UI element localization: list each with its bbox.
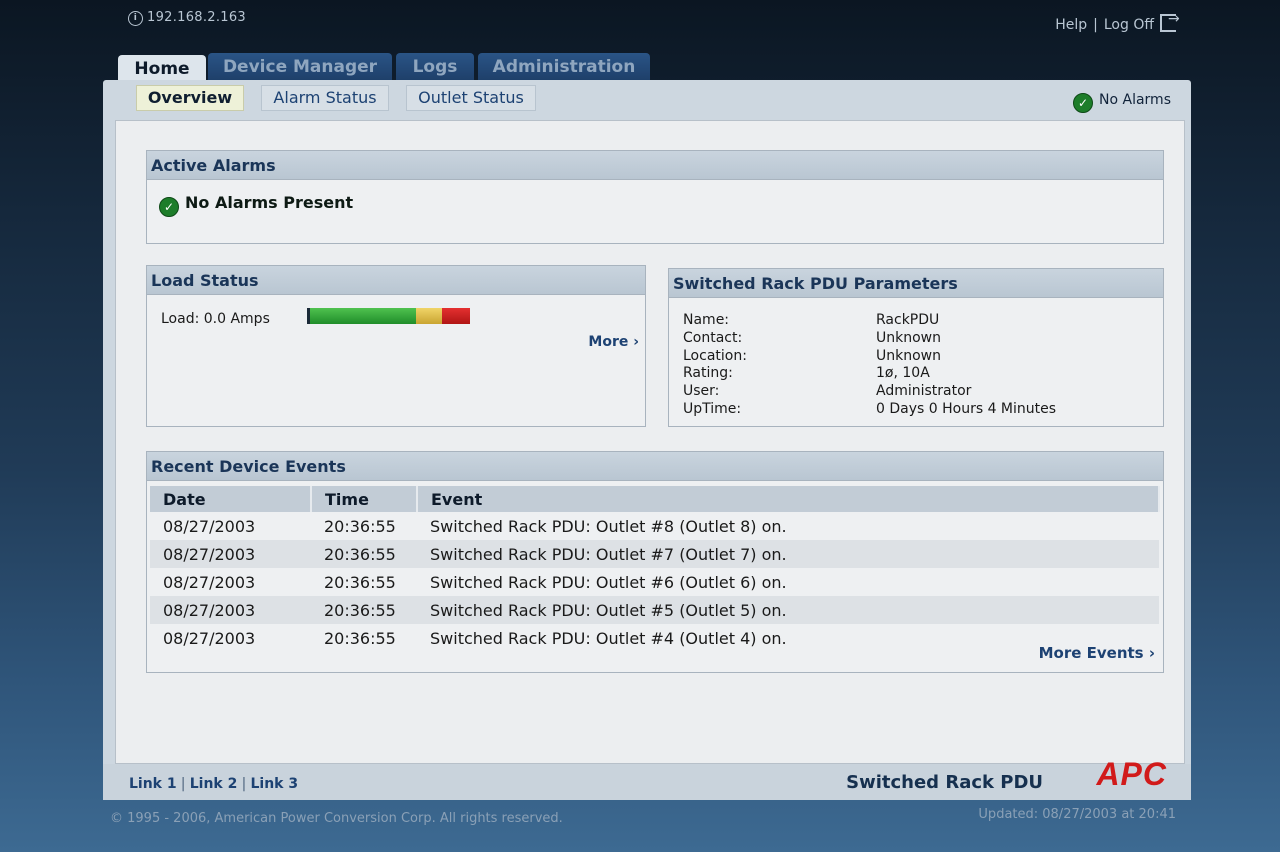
- main-panel: Overview Alarm Status Outlet Status ✓ No …: [103, 80, 1191, 800]
- tab-home[interactable]: Home: [118, 55, 206, 83]
- param-value: Unknown: [876, 347, 941, 364]
- event-text: Switched Rack PDU: Outlet #5 (Outlet 5) …: [417, 596, 1159, 624]
- load-status-title: Load Status: [147, 266, 645, 295]
- param-key: Location:: [683, 347, 747, 364]
- footer-link-1[interactable]: Link 1: [129, 776, 177, 792]
- more-events-link[interactable]: More Events ›: [1039, 644, 1155, 662]
- updated-timestamp: Updated: 08/27/2003 at 20:41: [978, 807, 1176, 822]
- column-header-event: Event: [417, 486, 1160, 512]
- tab-administration[interactable]: Administration: [478, 53, 650, 81]
- param-value: Unknown: [876, 329, 941, 346]
- table-row: 08/27/2003 20:36:55 Switched Rack PDU: O…: [150, 512, 1159, 540]
- table-row: 08/27/2003 20:36:55 Switched Rack PDU: O…: [150, 568, 1159, 596]
- event-date: 08/27/2003: [163, 516, 256, 536]
- event-time: 20:36:55: [311, 540, 417, 568]
- footer-link-2[interactable]: Link 2: [190, 776, 238, 792]
- event-time: 20:36:55: [324, 628, 396, 648]
- logoff-link[interactable]: Log Off: [1104, 17, 1154, 33]
- info-icon: i: [128, 11, 143, 26]
- footer-links: Link 1 | Link 2 | Link 3: [129, 776, 298, 792]
- content-area: Active Alarms ✓ No Alarms Present Load St…: [115, 120, 1185, 764]
- table-row: 08/27/2003 20:36:55 Switched Rack PDU: O…: [150, 540, 1159, 568]
- active-alarms-box: Active Alarms ✓ No Alarms Present: [146, 150, 1164, 244]
- check-icon: ✓: [1073, 93, 1094, 113]
- check-icon: ✓: [159, 197, 179, 217]
- tab-device-manager[interactable]: Device Manager: [208, 53, 392, 81]
- sub-navigation: Overview Alarm Status Outlet Status ✓ No …: [103, 80, 1191, 118]
- help-link[interactable]: Help: [1055, 17, 1087, 33]
- param-key: User:: [683, 383, 720, 400]
- events-header-row: Date Time Event: [150, 486, 1160, 512]
- event-text: Switched Rack PDU: Outlet #6 (Outlet 6) …: [430, 572, 787, 592]
- top-link-separator: |: [1093, 17, 1098, 33]
- footer-link-separator: |: [180, 776, 186, 792]
- param-key: Name:: [683, 312, 730, 328]
- table-row: 08/27/2003 20:36:55 Switched Rack PDU: O…: [150, 596, 1159, 624]
- column-header-time: Time: [311, 486, 418, 512]
- panel-footer: Link 1 | Link 2 | Link 3 Switched Rack PDU A…: [103, 756, 1191, 800]
- events-table: Date Time Event 08/27/2003 20:36:55 Swit…: [150, 486, 1160, 652]
- active-alarms-title: Active Alarms: [147, 151, 1163, 180]
- param-key: UpTime:: [683, 400, 742, 417]
- footer-link-3[interactable]: Link 3: [251, 776, 299, 792]
- event-time: 20:36:55: [311, 596, 417, 624]
- event-time: 20:36:55: [324, 572, 396, 592]
- param-value: Administrator: [876, 383, 972, 400]
- product-name: Switched Rack PDU: [846, 772, 1043, 793]
- param-value: RackPDU: [876, 312, 940, 328]
- load-bar-green: [310, 308, 416, 324]
- recent-events-title: Recent Device Events: [147, 452, 1163, 481]
- logoff-icon[interactable]: [1160, 11, 1180, 32]
- load-value: Load: 0.0 Amps: [161, 311, 270, 327]
- pdu-parameters-box: Switched Rack PDU Parameters Name: RackPD…: [668, 268, 1164, 427]
- event-date: 08/27/2003: [150, 540, 311, 568]
- subtab-overview[interactable]: Overview: [136, 85, 244, 111]
- column-header-date: Date: [150, 486, 312, 512]
- param-value: 1ø, 10A: [876, 365, 930, 382]
- load-bar-yellow: [416, 308, 442, 324]
- event-time: 20:36:55: [324, 516, 396, 536]
- footer-link-separator: |: [241, 776, 247, 792]
- param-value: 0 Days 0 Hours 4 Minutes: [876, 400, 1057, 417]
- recent-events-box: Recent Device Events Date Time Event 08/…: [146, 451, 1164, 673]
- load-more-link[interactable]: More ›: [588, 334, 639, 350]
- param-key: Contact:: [683, 329, 743, 346]
- top-bar: i 192.168.2.163 Help | Log Off: [0, 0, 1280, 50]
- apc-logo: APC: [1096, 756, 1167, 792]
- top-links: Help | Log Off: [1055, 11, 1180, 33]
- pdu-parameters-title: Switched Rack PDU Parameters: [669, 269, 1163, 298]
- table-row: 08/27/2003 20:36:55 Switched Rack PDU: O…: [150, 624, 1159, 652]
- load-bar-red: [442, 308, 470, 324]
- load-bar: [307, 308, 470, 324]
- load-status-box: Load Status Load: 0.0 Amps More ›: [146, 265, 646, 427]
- event-date: 08/27/2003: [163, 628, 256, 648]
- subtab-alarm-status[interactable]: Alarm Status: [261, 85, 389, 111]
- copyright: © 1995 - 2006, American Power Conversion…: [110, 811, 563, 826]
- alarm-status-indicator[interactable]: ✓ No Alarms: [1073, 92, 1171, 113]
- tab-logs[interactable]: Logs: [396, 53, 474, 81]
- event-date: 08/27/2003: [163, 572, 256, 592]
- subtab-outlet-status[interactable]: Outlet Status: [406, 85, 536, 111]
- event-date: 08/27/2003: [150, 596, 311, 624]
- no-alarms-message: ✓ No Alarms Present: [159, 193, 353, 217]
- ip-address: i 192.168.2.163: [128, 10, 246, 26]
- event-text: Switched Rack PDU: Outlet #8 (Outlet 8) …: [430, 516, 787, 536]
- param-key: Rating:: [683, 365, 733, 382]
- event-text: Switched Rack PDU: Outlet #7 (Outlet 7) …: [417, 540, 1159, 568]
